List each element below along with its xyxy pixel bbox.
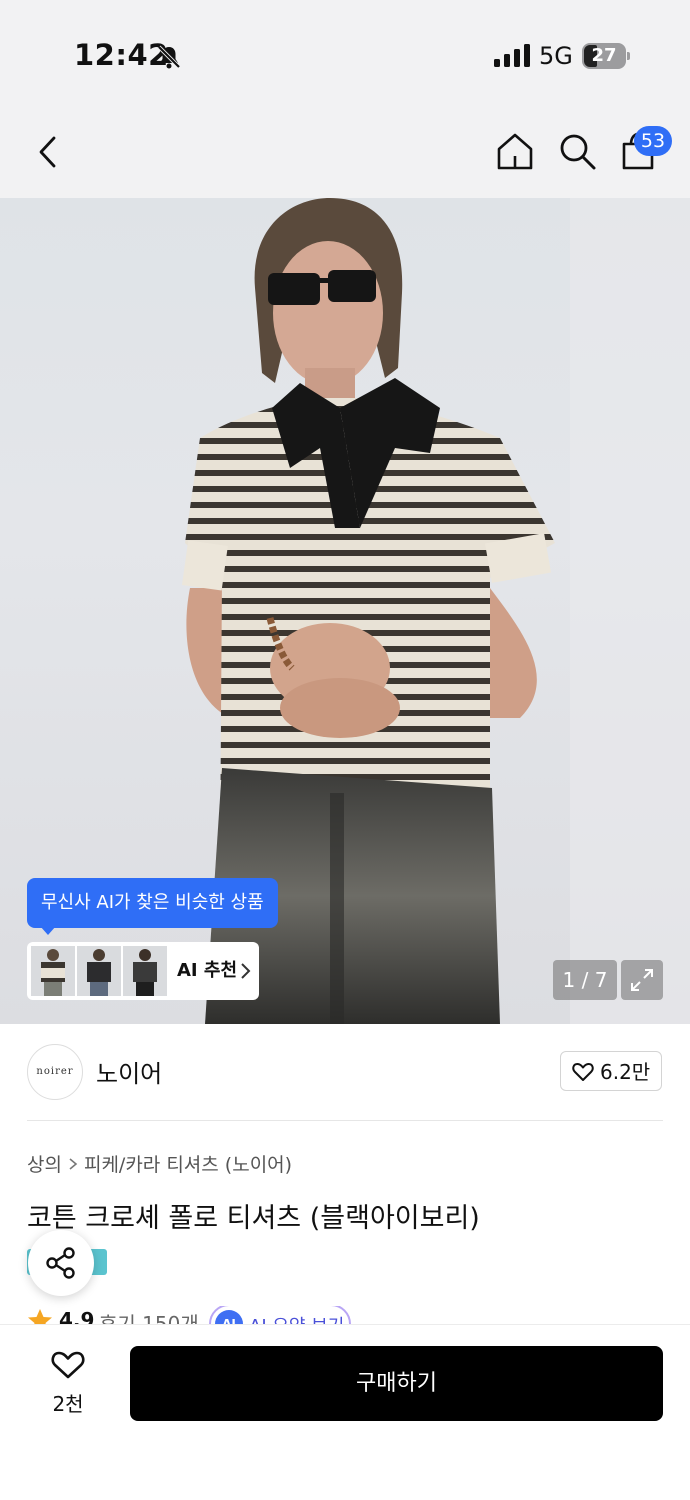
ai-similar-tooltip: 무신사 AI가 찾은 비슷한 상품: [27, 878, 278, 928]
battery-level: 27: [591, 45, 617, 66]
divider: [27, 1120, 663, 1121]
product-like-count: 2천: [52, 1392, 84, 1416]
tooltip-arrow: [40, 926, 56, 935]
product-like-button[interactable]: 2천: [40, 1348, 96, 1418]
heart-icon: [572, 1063, 594, 1081]
recommend-thumb[interactable]: [123, 946, 167, 996]
chevron-right-icon: [69, 1158, 78, 1170]
breadcrumb-subcategory[interactable]: 피케/카라 티셔츠 (노이어): [84, 1154, 292, 1176]
breadcrumb: 상의 피케/카라 티셔츠 (노이어): [27, 1150, 292, 1177]
ai-recommend-label[interactable]: AI 추천: [177, 942, 237, 1000]
cellular-signal-icon: [494, 44, 530, 67]
chevron-right-icon: [241, 963, 251, 979]
breadcrumb-category[interactable]: 상의: [27, 1154, 62, 1176]
top-navigation: [0, 110, 690, 198]
brand-like-button[interactable]: 6.2만: [560, 1051, 662, 1091]
search-icon[interactable]: [556, 130, 598, 172]
status-bar: 12:42 5G 27: [0, 0, 690, 110]
fullscreen-button[interactable]: [621, 960, 663, 1000]
recommend-thumb[interactable]: [31, 946, 75, 996]
brand-name[interactable]: 노이어: [96, 1054, 162, 1089]
back-icon[interactable]: [30, 132, 70, 172]
brand-like-count: 6.2만: [600, 1060, 651, 1084]
network-type: 5G: [539, 42, 573, 70]
status-time: 12:42: [74, 38, 169, 72]
battery-icon: 27: [582, 43, 630, 69]
heart-icon: [51, 1351, 85, 1379]
home-icon[interactable]: [494, 130, 536, 172]
product-title: 코튼 크로셰 폴로 티셔츠 (블랙아이보리): [27, 1203, 480, 1234]
ai-recommend-strip[interactable]: AI 추천: [27, 942, 259, 1000]
share-icon: [46, 1247, 75, 1279]
cart-count-badge: 53: [634, 126, 672, 156]
image-pager: 1 / 7: [553, 960, 617, 1000]
brand-logo[interactable]: noirer: [27, 1044, 83, 1100]
recommend-thumb[interactable]: [77, 946, 121, 996]
bell-off-icon: [157, 45, 181, 69]
share-button[interactable]: [28, 1230, 94, 1296]
expand-icon: [631, 969, 653, 991]
buy-button[interactable]: 구매하기: [130, 1346, 663, 1421]
